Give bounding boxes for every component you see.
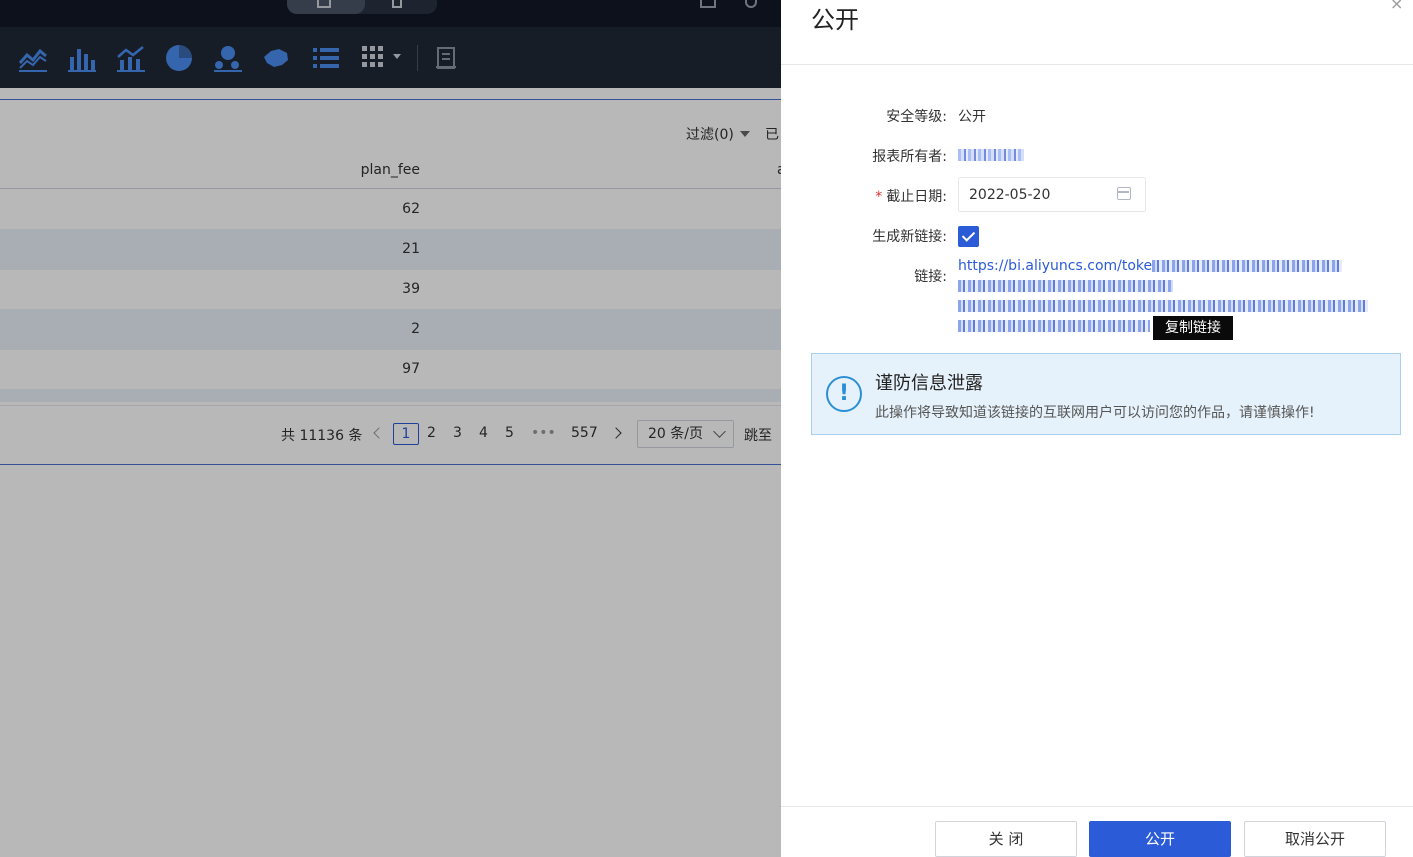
scatter-chart-icon[interactable] — [213, 43, 243, 73]
table-cell: 39 — [402, 281, 420, 297]
chevron-down-icon — [713, 425, 726, 438]
table-row: 2 — [0, 310, 781, 350]
link-label: 链接: — [914, 269, 947, 285]
close-button[interactable]: 关 闭 — [935, 821, 1077, 857]
table-row: 21 — [0, 230, 781, 270]
table-row-partial — [0, 390, 781, 402]
table-row: 62 — [0, 190, 781, 230]
caret-down-icon[interactable] — [740, 131, 750, 137]
table-cell: 21 — [402, 241, 420, 257]
toolbar-separator — [417, 45, 418, 71]
page-2[interactable]: 2 — [427, 425, 436, 441]
redacted-text — [958, 280, 1173, 292]
jump-to-label: 跳至 — [744, 428, 772, 444]
page-size-value: 20 条/页 — [648, 426, 703, 442]
deadline-date-picker[interactable]: 2022-05-20 — [958, 177, 1146, 212]
deadline-date-value: 2022-05-20 — [969, 187, 1051, 203]
security-level-label: 安全等级: — [886, 109, 947, 125]
share-link-prefix: https://bi.aliyuncs.com/toke — [958, 258, 1153, 274]
public-button[interactable]: 公开 — [1089, 821, 1231, 857]
line-chart-icon[interactable] — [18, 43, 48, 73]
table-body: 62 21 39 2 97 — [0, 190, 781, 402]
mobile-icon — [392, 0, 402, 8]
copy-link-button[interactable]: 复制链接 — [1153, 316, 1233, 340]
redacted-text — [958, 300, 1368, 312]
location-icon[interactable] — [745, 0, 757, 8]
table-cell: 2 — [411, 321, 420, 337]
top-bar — [0, 0, 781, 27]
chart-toolbar — [0, 27, 781, 88]
owner-value-redacted — [958, 149, 1024, 161]
export-icon[interactable] — [700, 0, 716, 8]
new-link-label: 生成新链接: — [872, 229, 947, 245]
table-header: plan_fee a — [0, 152, 781, 189]
page-5[interactable]: 5 — [505, 425, 514, 441]
new-link-checkbox[interactable] — [958, 226, 979, 247]
bar-chart-icon[interactable] — [67, 43, 97, 73]
drawer-footer: 关 闭 公开 取消公开 — [781, 806, 1413, 857]
filter-extra-label: 已 — [765, 127, 779, 143]
required-mark: * — [875, 189, 883, 205]
page-last[interactable]: 557 — [571, 425, 598, 441]
divider — [781, 64, 1413, 65]
background-app: 过滤(0) 已 plan_fee a 62 21 39 2 97 共 11136… — [0, 0, 781, 857]
grid-menu-icon[interactable] — [360, 43, 406, 73]
map-chart-icon[interactable] — [261, 43, 291, 73]
cancel-public-button[interactable]: 取消公开 — [1244, 821, 1386, 857]
desktop-icon — [317, 0, 331, 8]
page-size-select[interactable]: 20 条/页 — [637, 420, 734, 448]
view-toggle[interactable] — [287, 0, 437, 14]
alert-title: 谨防信息泄露 — [875, 373, 983, 394]
public-drawer: 公开 × 安全等级: 公开 报表所有者: * 截止日期: 2022-05-20 生… — [781, 0, 1413, 857]
column-header-plan-fee[interactable]: plan_fee — [361, 162, 420, 178]
combo-chart-icon[interactable] — [116, 43, 146, 73]
table-cell: 97 — [402, 361, 420, 377]
list-icon[interactable] — [311, 43, 341, 73]
table-row: 39 — [0, 270, 781, 310]
alert-description: 此操作将导致知道该链接的互联网用户可以访问您的作品，请谨慎操作! — [875, 405, 1315, 421]
table-row: 97 — [0, 350, 781, 390]
drawer-title: 公开 — [811, 6, 859, 34]
close-icon[interactable]: × — [1390, 0, 1403, 13]
redacted-text — [958, 320, 1150, 332]
note-icon[interactable] — [434, 45, 458, 71]
prev-page-icon[interactable] — [373, 427, 385, 439]
table-panel: 过滤(0) 已 plan_fee a 62 21 39 2 97 共 11136… — [0, 99, 781, 465]
pagination: 共 11136 条 1 2 3 4 5 ••• 557 20 条/页 跳至 — [0, 405, 781, 465]
filter-row: 过滤(0) 已 — [0, 100, 781, 152]
exclamation-icon: ! — [826, 376, 862, 412]
owner-label: 报表所有者: — [872, 149, 947, 165]
page-1[interactable]: 1 — [393, 423, 419, 445]
redacted-text — [1152, 260, 1343, 272]
pie-chart-icon[interactable] — [164, 43, 194, 73]
calendar-icon[interactable] — [1117, 187, 1131, 200]
deadline-label: * 截止日期: — [875, 186, 947, 206]
page-3[interactable]: 3 — [453, 425, 462, 441]
view-toggle-active[interactable] — [287, 0, 365, 14]
next-page-icon[interactable] — [610, 427, 622, 439]
page-ellipsis[interactable]: ••• — [531, 425, 556, 441]
warning-alert: ! 谨防信息泄露 此操作将导致知道该链接的互联网用户可以访问您的作品，请谨慎操作… — [811, 353, 1401, 435]
table-cell: 62 — [402, 201, 420, 217]
page-4[interactable]: 4 — [479, 425, 488, 441]
filter-dropdown[interactable]: 过滤(0) — [686, 124, 734, 144]
security-level-value: 公开 — [958, 109, 986, 125]
deadline-label-text: 截止日期: — [886, 189, 947, 205]
pagination-total: 共 11136 条 — [281, 428, 363, 444]
